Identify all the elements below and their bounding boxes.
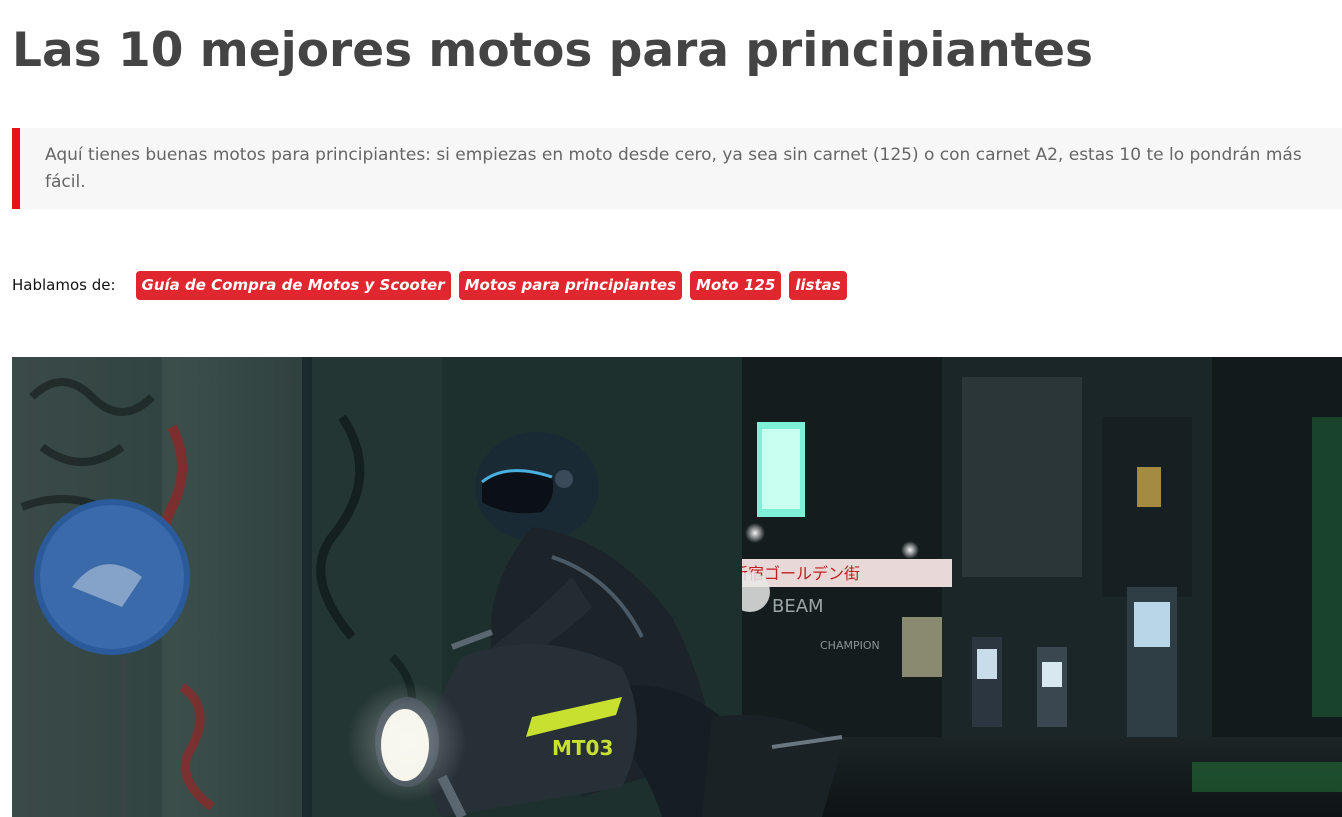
champion-sign-text: CHAMPION	[820, 639, 880, 652]
tag-motos-principiantes[interactable]: Motos para principiantes	[458, 270, 683, 300]
hero-illustration: 新宿ゴールデン街 BEAM CHAMPION MT03	[12, 357, 1342, 817]
hero-image: 新宿ゴールデン街 BEAM CHAMPION MT03	[12, 357, 1342, 817]
tag-moto-125[interactable]: Moto 125	[690, 270, 782, 300]
tag-guia-compra[interactable]: Guía de Compra de Motos y Scooter	[135, 270, 451, 300]
page: Las 10 mejores motos para principiantes …	[0, 0, 1342, 817]
beam-sign-text: BEAM	[772, 596, 824, 617]
bike-badge-text: MT03	[552, 736, 613, 760]
summary-text: Aquí tienes buenas motos para principian…	[45, 145, 1302, 192]
article-summary: Aquí tienes buenas motos para principian…	[12, 128, 1342, 209]
tag-listas[interactable]: listas	[789, 270, 847, 300]
tags-label: Hablamos de:	[12, 276, 116, 294]
tags-bar: Hablamos de: Guía de Compra de Motos y S…	[12, 270, 855, 300]
article-title: Las 10 mejores motos para principiantes	[12, 23, 1093, 78]
